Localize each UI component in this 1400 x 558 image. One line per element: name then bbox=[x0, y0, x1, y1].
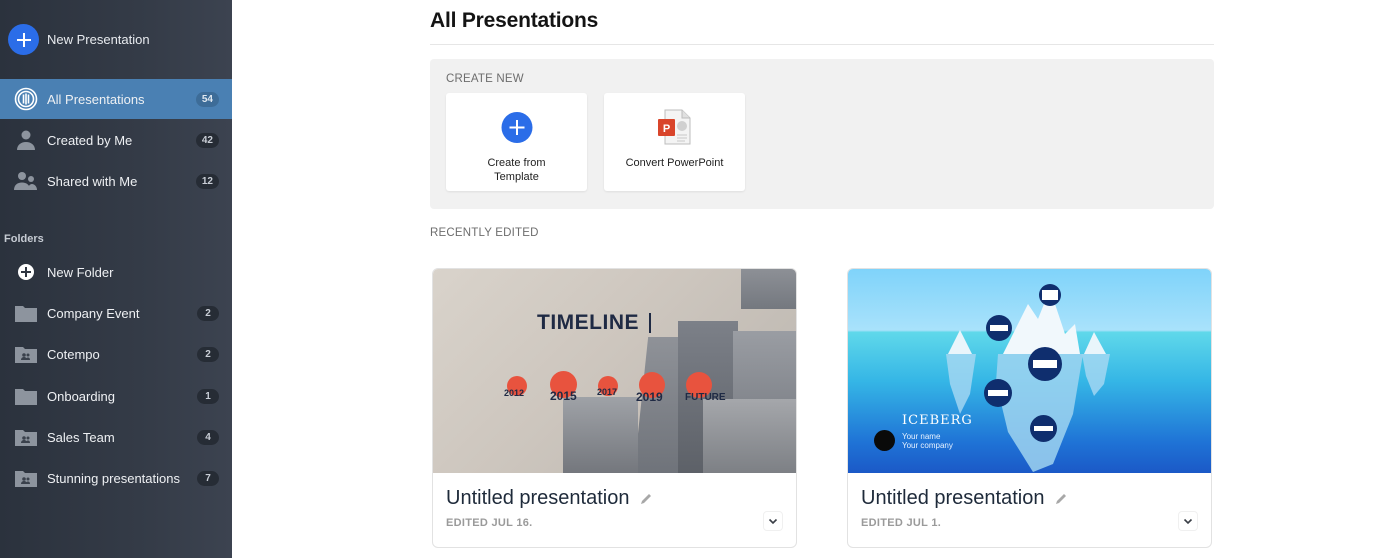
presentation-thumbnail[interactable]: ICEBERG Your name Your company bbox=[848, 269, 1211, 473]
sidebar-folder-onboarding[interactable]: Onboarding 1 bbox=[0, 376, 232, 416]
app-window: New Presentation All Presentations 54 Cr… bbox=[0, 0, 1400, 558]
sidebar-item-label: All Presentations bbox=[47, 91, 145, 107]
create-card-label: Convert PowerPoint bbox=[625, 157, 724, 169]
people-icon bbox=[14, 169, 38, 193]
svg-text:P: P bbox=[662, 123, 669, 135]
sidebar-item-label: Sales Team bbox=[47, 429, 115, 445]
logo-badge bbox=[874, 430, 895, 451]
pencil-icon[interactable] bbox=[639, 492, 653, 506]
count-badge: 7 bbox=[197, 470, 219, 486]
sidebar-item-label: New Folder bbox=[47, 264, 114, 280]
presentation-title-text: Untitled presentation bbox=[861, 487, 1045, 509]
new-presentation-button[interactable]: New Presentation bbox=[8, 24, 150, 55]
all-presentations-icon bbox=[14, 87, 38, 111]
presentation-title[interactable]: Untitled presentation bbox=[446, 487, 653, 510]
chevron-down-icon bbox=[768, 512, 778, 530]
iceberg-marker bbox=[984, 379, 1012, 407]
timeline-year: FUTURE bbox=[685, 392, 726, 403]
count-badge: 54 bbox=[195, 91, 219, 107]
timeline-year: 2015 bbox=[550, 389, 577, 403]
sidebar-item-label: Stunning presentations bbox=[47, 470, 180, 486]
text-cursor bbox=[649, 313, 651, 333]
count-badge: 12 bbox=[195, 173, 219, 189]
recently-edited-label: RECENTLY EDITED bbox=[430, 227, 539, 239]
count-badge: 2 bbox=[197, 346, 219, 362]
count-badge: 2 bbox=[197, 305, 219, 321]
sidebar-item-shared-with-me[interactable]: Shared with Me 12 bbox=[0, 161, 232, 201]
count-badge: 1 bbox=[197, 388, 219, 404]
building-shape bbox=[563, 397, 638, 473]
shared-folder-icon bbox=[14, 425, 38, 449]
pencil-icon[interactable] bbox=[1054, 492, 1068, 506]
presentation-card[interactable]: TIMELINE 2012 2015 2017 2019 FUTURE Unti… bbox=[432, 268, 797, 548]
sidebar-folder-cotempo[interactable]: Cotempo 2 bbox=[0, 334, 232, 374]
sidebar: New Presentation All Presentations 54 Cr… bbox=[0, 0, 232, 558]
iceberg-marker bbox=[986, 315, 1012, 341]
presentation-menu-button[interactable] bbox=[1178, 511, 1198, 531]
presentation-thumbnail[interactable]: TIMELINE 2012 2015 2017 2019 FUTURE bbox=[433, 269, 796, 473]
shared-folder-icon bbox=[14, 342, 38, 366]
create-new-label: CREATE NEW bbox=[446, 73, 524, 85]
timeline-year: 2012 bbox=[504, 388, 525, 398]
timeline-year: 2017 bbox=[597, 387, 618, 397]
new-presentation-label: New Presentation bbox=[47, 32, 150, 47]
edited-date: EDITED JUL 1. bbox=[861, 517, 942, 529]
shared-folder-icon bbox=[14, 466, 38, 490]
presentation-card[interactable]: ICEBERG Your name Your company Untitled … bbox=[847, 268, 1212, 548]
building-shape bbox=[703, 399, 796, 473]
timeline-heading: TIMELINE bbox=[537, 311, 639, 334]
divider bbox=[430, 44, 1214, 45]
person-icon bbox=[14, 128, 38, 152]
sidebar-item-created-by-me[interactable]: Created by Me 42 bbox=[0, 120, 232, 160]
folder-icon bbox=[14, 384, 38, 408]
presentation-menu-button[interactable] bbox=[763, 511, 783, 531]
building-shape bbox=[741, 269, 796, 309]
chevron-down-icon bbox=[1183, 512, 1193, 530]
sidebar-folder-sales-team[interactable]: Sales Team 4 bbox=[0, 417, 232, 457]
count-badge: 42 bbox=[195, 132, 219, 148]
sidebar-item-label: Cotempo bbox=[47, 346, 100, 362]
create-card-label: Create from Template bbox=[487, 157, 546, 183]
sidebar-folder-stunning-presentations[interactable]: Stunning presentations 7 bbox=[0, 458, 232, 498]
plus-circle-icon bbox=[14, 260, 38, 284]
sidebar-item-all-presentations[interactable]: All Presentations 54 bbox=[0, 79, 232, 119]
iceberg-company: Your company bbox=[902, 441, 953, 450]
edited-date: EDITED JUL 16. bbox=[446, 517, 533, 529]
timeline-year: 2019 bbox=[636, 390, 663, 404]
plus-circle-icon bbox=[501, 112, 532, 148]
presentation-title[interactable]: Untitled presentation bbox=[861, 487, 1068, 510]
iceberg-marker bbox=[1028, 347, 1062, 381]
create-from-template-button[interactable]: Create from Template bbox=[446, 93, 587, 191]
iceberg-marker bbox=[1030, 415, 1057, 442]
sidebar-item-label: Onboarding bbox=[47, 388, 115, 404]
presentation-title-text: Untitled presentation bbox=[446, 487, 630, 509]
powerpoint-file-icon: P bbox=[657, 109, 693, 150]
iceberg-heading: ICEBERG bbox=[902, 413, 973, 428]
create-new-panel: CREATE NEW Create from Template P Conver… bbox=[430, 59, 1214, 209]
sidebar-item-label: Company Event bbox=[47, 305, 140, 321]
sidebar-item-label: Created by Me bbox=[47, 132, 133, 148]
page-title: All Presentations bbox=[430, 9, 599, 32]
count-badge: 4 bbox=[197, 429, 219, 445]
new-folder-button[interactable]: New Folder bbox=[0, 252, 232, 292]
sidebar-folder-company-event[interactable]: Company Event 2 bbox=[0, 293, 232, 333]
sidebar-item-label: Shared with Me bbox=[47, 173, 138, 189]
plus-icon bbox=[8, 24, 39, 55]
iceberg-marker bbox=[1039, 284, 1061, 306]
iceberg-name: Your name bbox=[902, 432, 941, 441]
folder-icon bbox=[14, 301, 38, 325]
convert-powerpoint-button[interactable]: P Convert PowerPoint bbox=[604, 93, 745, 191]
folders-heading: Folders bbox=[4, 233, 44, 245]
